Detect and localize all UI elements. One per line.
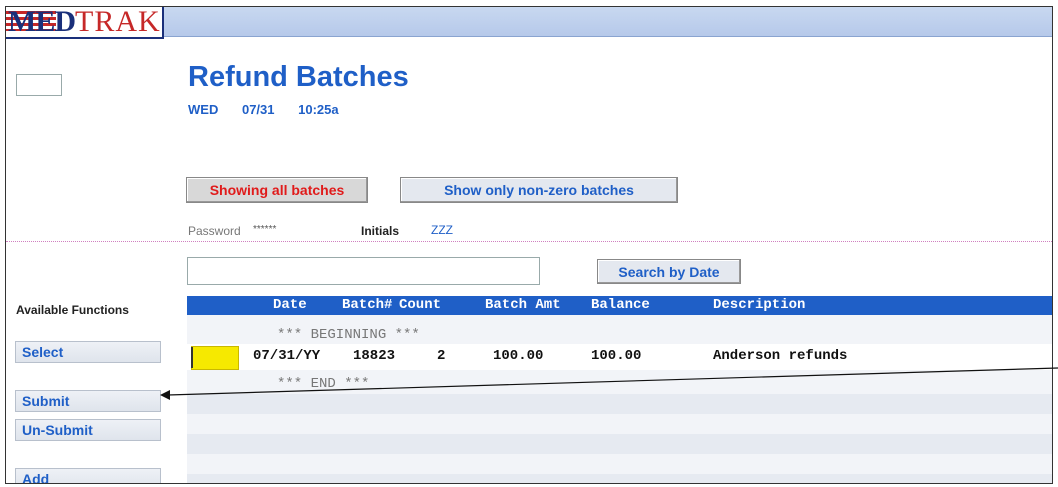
cell-batch: 18823 bbox=[353, 348, 396, 364]
time-label: 10:25a bbox=[298, 102, 339, 117]
column-header-balance: Balance bbox=[591, 297, 650, 313]
logo-med-text: MED bbox=[8, 6, 76, 38]
date-label: 07/31 bbox=[241, 102, 275, 117]
page-title: Refund Batches bbox=[188, 61, 409, 93]
text-cursor bbox=[191, 347, 193, 368]
cell-balance: 100.00 bbox=[591, 348, 642, 364]
password-value[interactable]: ****** bbox=[253, 224, 277, 235]
showing-all-batches-button[interactable]: Showing all batches bbox=[186, 177, 368, 203]
add-button[interactable]: Add bbox=[15, 468, 161, 483]
logo-trak-text: TRAK bbox=[75, 6, 161, 38]
available-functions-heading: Available Functions bbox=[16, 303, 129, 317]
column-header-batch: Batch# bbox=[342, 297, 393, 313]
beginning-marker: *** BEGINNING *** bbox=[277, 327, 420, 343]
initials-value[interactable]: ZZZ bbox=[431, 223, 453, 237]
table-row[interactable]: 07/31/YY 18823 2 100.00 100.00 Anderson … bbox=[187, 344, 1052, 370]
end-marker: *** END *** bbox=[277, 376, 370, 392]
column-header-batch-amt: Batch Amt bbox=[485, 297, 561, 313]
initials-label: Initials bbox=[361, 224, 400, 238]
divider bbox=[6, 241, 1052, 242]
column-header-description: Description bbox=[713, 297, 806, 313]
table-row-empty bbox=[187, 474, 1052, 483]
select-button[interactable]: Select bbox=[15, 341, 161, 363]
day-label: WED bbox=[188, 102, 219, 117]
medtrak-logo: MED TRAK bbox=[6, 7, 164, 39]
submit-button[interactable]: Submit bbox=[15, 390, 161, 412]
date-time-line: WED 07/31 10:25a bbox=[188, 102, 359, 117]
unsubmit-button[interactable]: Un-Submit bbox=[15, 419, 161, 441]
cell-date: 07/31/YY bbox=[253, 348, 321, 364]
batch-table: Date Batch# Count Batch Amt Balance Desc… bbox=[187, 296, 1052, 483]
show-non-zero-batches-button[interactable]: Show only non-zero batches bbox=[400, 177, 678, 203]
search-date-input[interactable] bbox=[187, 257, 540, 285]
cell-batch-amt: 100.00 bbox=[493, 348, 544, 364]
table-row-empty bbox=[187, 434, 1052, 454]
table-row-empty bbox=[187, 394, 1052, 414]
row-select-field[interactable] bbox=[191, 346, 239, 370]
search-by-date-button[interactable]: Search by Date bbox=[597, 259, 741, 284]
option-box[interactable] bbox=[16, 74, 62, 96]
table-header: Date Batch# Count Batch Amt Balance Desc… bbox=[187, 296, 1052, 315]
app-window: MED TRAK Refund Batches WED 07/31 10:25a … bbox=[5, 6, 1053, 484]
column-header-date: Date bbox=[273, 297, 307, 313]
cell-count: 2 bbox=[437, 348, 446, 364]
column-header-count: Count bbox=[399, 297, 442, 313]
cell-description: Anderson refunds bbox=[713, 348, 848, 364]
password-label: Password bbox=[188, 224, 243, 238]
